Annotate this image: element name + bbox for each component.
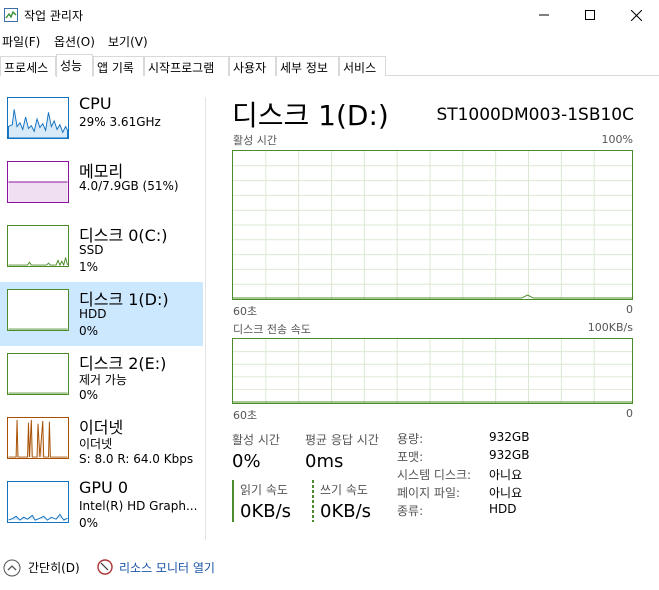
collapse-chevron-icon[interactable]	[3, 559, 21, 577]
active-time-label: 활성 시간	[232, 433, 280, 447]
sidebar-item-detail: 4.0/7.9GB (51%)	[79, 179, 179, 193]
sidebar-item-disk-0[interactable]: 디스크 0(C:) SSD 1%	[0, 218, 203, 282]
sidebar-item-memory[interactable]: 메모리 4.0/7.9GB (51%)	[0, 154, 203, 218]
sidebar-item-detail: 29% 3.61GHz	[79, 115, 161, 129]
page-file-value: 아니요	[489, 486, 523, 500]
tab-bar: 프로세스 성능 앱 기록 시작프로그램 사용자 세부 정보 서비스	[0, 54, 659, 77]
performance-sidebar: CPU 29% 3.61GHz 메모리 4.0/7.9GB (51%) 디스크 …	[0, 90, 203, 540]
fewer-details-link[interactable]: 간단히(D)	[28, 559, 80, 576]
write-speed-indicator	[312, 480, 314, 522]
close-button[interactable]	[613, 0, 659, 30]
sidebar-item-usage: S: 8.0 R: 64.0 Kbps	[79, 452, 194, 466]
menu-view[interactable]: 보기(V)	[108, 33, 148, 50]
read-speed-value: 0KB/s	[240, 501, 292, 522]
tab-startup[interactable]: 시작프로그램	[144, 56, 229, 76]
sidebar-divider	[205, 97, 206, 540]
tab-users[interactable]: 사용자	[229, 56, 276, 76]
formatted-label: 포맷:	[397, 450, 424, 464]
resource-monitor-icon	[97, 559, 113, 575]
tab-performance[interactable]: 성능	[56, 54, 93, 77]
type-value: HDD	[489, 502, 517, 516]
menu-bar: 파일(F) 옵션(O) 보기(V)	[0, 30, 659, 52]
sidebar-item-disk-1[interactable]: 디스크 1(D:) HDD 0%	[0, 282, 203, 346]
sidebar-item-usage: 0%	[79, 324, 99, 338]
graph2-time: 60초	[233, 409, 258, 422]
active-time-graph	[232, 150, 633, 300]
sidebar-item-ethernet[interactable]: 이더넷 이더넷 S: 8.0 R: 64.0 Kbps	[0, 410, 203, 474]
capacity-value: 932GB	[489, 430, 530, 444]
formatted-value: 932GB	[489, 448, 530, 462]
graph1-min: 0	[626, 303, 633, 316]
tab-services[interactable]: 서비스	[339, 56, 386, 76]
gpu-thumbnail-graph	[7, 481, 69, 523]
menu-file[interactable]: 파일(F)	[2, 33, 40, 50]
tab-processes[interactable]: 프로세스	[0, 56, 56, 76]
disk-model: ST1000DM003-1SB10C	[436, 105, 634, 125]
graph2-min: 0	[626, 407, 633, 420]
capacity-label: 용량:	[397, 432, 424, 446]
read-speed-label: 읽기 속도	[240, 483, 288, 497]
active-time-value: 0%	[232, 451, 261, 472]
graph1-time: 60초	[233, 305, 258, 318]
window-title: 작업 관리자	[24, 9, 84, 23]
sidebar-item-detail: 이더넷	[79, 437, 113, 451]
footer: 간단히(D) 리소스 모니터 열기	[0, 555, 659, 579]
sidebar-item-usage: 0%	[79, 516, 99, 530]
page-file-label: 페이지 파일:	[397, 486, 461, 500]
avg-response-value: 0ms	[305, 451, 344, 472]
tab-app-history[interactable]: 앱 기록	[93, 56, 144, 76]
sidebar-item-detail: HDD	[79, 307, 107, 321]
write-speed-value: 0KB/s	[320, 501, 372, 522]
cpu-thumbnail-graph	[7, 97, 69, 139]
sidebar-item-detail: SSD	[79, 243, 104, 257]
avg-response-label: 평균 응답 시간	[305, 433, 379, 447]
task-manager-icon	[4, 8, 18, 22]
graph1-label: 활성 시간	[233, 134, 277, 147]
system-disk-label: 시스템 디스크:	[397, 468, 472, 482]
sidebar-item-detail: 제거 가능	[79, 373, 127, 387]
page-title: 디스크 1(D:)	[232, 99, 389, 132]
close-icon	[630, 9, 642, 21]
minimize-button[interactable]	[521, 0, 567, 30]
minimize-icon	[539, 14, 549, 16]
sidebar-item-usage: 0%	[79, 388, 99, 402]
transfer-rate-graph	[232, 338, 633, 404]
disk2-thumbnail-graph	[7, 353, 69, 395]
menu-options[interactable]: 옵션(O)	[54, 33, 95, 50]
graph2-label: 디스크 전송 속도	[233, 323, 311, 336]
sidebar-item-name: GPU 0	[79, 478, 129, 497]
sidebar-item-usage: 1%	[79, 260, 99, 274]
type-label: 종류:	[397, 504, 424, 518]
graph2-max: 100KB/s	[587, 321, 633, 334]
open-resource-monitor-link[interactable]: 리소스 모니터 열기	[119, 559, 215, 576]
sidebar-item-name: CPU	[79, 94, 112, 113]
ethernet-thumbnail-graph	[7, 417, 69, 459]
sidebar-item-cpu[interactable]: CPU 29% 3.61GHz	[0, 90, 203, 154]
tab-details[interactable]: 세부 정보	[276, 56, 339, 76]
graph1-max: 100%	[601, 133, 633, 146]
disk1-thumbnail-graph	[7, 289, 69, 331]
maximize-icon	[585, 10, 595, 20]
title-bar: 작업 관리자	[0, 0, 659, 30]
disk0-thumbnail-graph	[7, 225, 69, 267]
memory-thumbnail-graph	[7, 161, 69, 203]
sidebar-item-gpu[interactable]: GPU 0 Intel(R) HD Graph... 0%	[0, 474, 203, 538]
maximize-button[interactable]	[567, 0, 613, 30]
write-speed-label: 쓰기 속도	[320, 483, 368, 497]
system-disk-value: 아니요	[489, 468, 523, 482]
read-speed-indicator	[232, 480, 234, 522]
sidebar-item-disk-2[interactable]: 디스크 2(E:) 제거 가능 0%	[0, 346, 203, 410]
sidebar-item-detail: Intel(R) HD Graph...	[79, 499, 198, 513]
